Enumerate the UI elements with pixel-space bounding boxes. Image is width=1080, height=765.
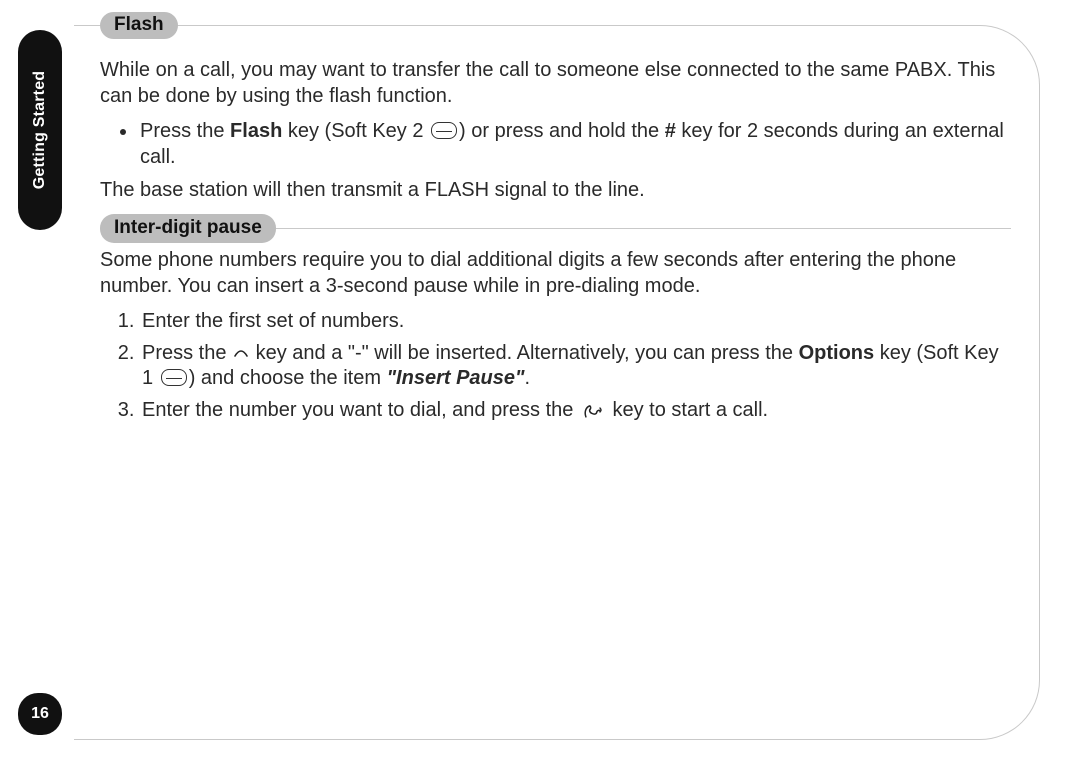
text: ) and choose the item xyxy=(189,367,387,389)
menu-item-insert-pause: "Insert Pause" xyxy=(387,367,525,389)
heading-flash: Flash xyxy=(100,12,178,39)
text: Enter the number you want to dial, and p… xyxy=(142,399,579,421)
pause-intro: Some phone numbers require you to dial a… xyxy=(100,248,1011,299)
text: key and a "-" will be inserted. Alternat… xyxy=(250,342,799,364)
heading-row-flash: Flash xyxy=(100,12,1011,40)
flash-intro: While on a call, you may want to transfe… xyxy=(100,58,1011,109)
manual-page: Getting Started 16 Flash While on a call… xyxy=(0,0,1080,765)
text: Press the xyxy=(140,120,230,142)
page-number: 16 xyxy=(31,705,49,723)
text: . xyxy=(525,367,531,389)
text: key (Soft Key 2 xyxy=(282,120,429,142)
flash-bullet-1: Press the Flash key (Soft Key 2 ) or pre… xyxy=(138,119,1011,170)
content-frame: Flash While on a call, you may want to t… xyxy=(72,25,1040,740)
softkey-icon xyxy=(161,369,187,386)
frame-left-mask xyxy=(70,24,74,741)
content-body: While on a call, you may want to transfe… xyxy=(100,58,1011,424)
flash-outro: The base station will then transmit a FL… xyxy=(100,178,1011,204)
text: ) or press and hold the xyxy=(459,120,665,142)
text: Press the xyxy=(142,342,232,364)
pause-steps: Enter the first set of numbers. Press th… xyxy=(100,309,1011,423)
section-tab-label: Getting Started xyxy=(31,71,49,190)
flash-bullets: Press the Flash key (Soft Key 2 ) or pre… xyxy=(100,119,1011,170)
pause-step-3: Enter the number you want to dial, and p… xyxy=(140,398,1011,424)
pause-step-2: Press the key and a "-" will be inserted… xyxy=(140,341,1011,392)
heading-row-pause: Inter-digit pause xyxy=(100,214,1011,242)
section-tab: Getting Started xyxy=(18,30,62,230)
key-name-hash: # xyxy=(665,120,676,142)
softkey-icon xyxy=(431,122,457,139)
key-name-options: Options xyxy=(799,342,875,364)
call-key-icon xyxy=(581,402,605,418)
text: key to start a call. xyxy=(607,399,768,421)
key-name-flash: Flash xyxy=(230,120,282,142)
up-caret-icon xyxy=(234,348,248,358)
pause-step-1: Enter the first set of numbers. xyxy=(140,309,1011,335)
heading-pause: Inter-digit pause xyxy=(100,214,276,243)
text: Enter the first set of numbers. xyxy=(142,310,404,332)
page-number-badge: 16 xyxy=(18,693,62,735)
